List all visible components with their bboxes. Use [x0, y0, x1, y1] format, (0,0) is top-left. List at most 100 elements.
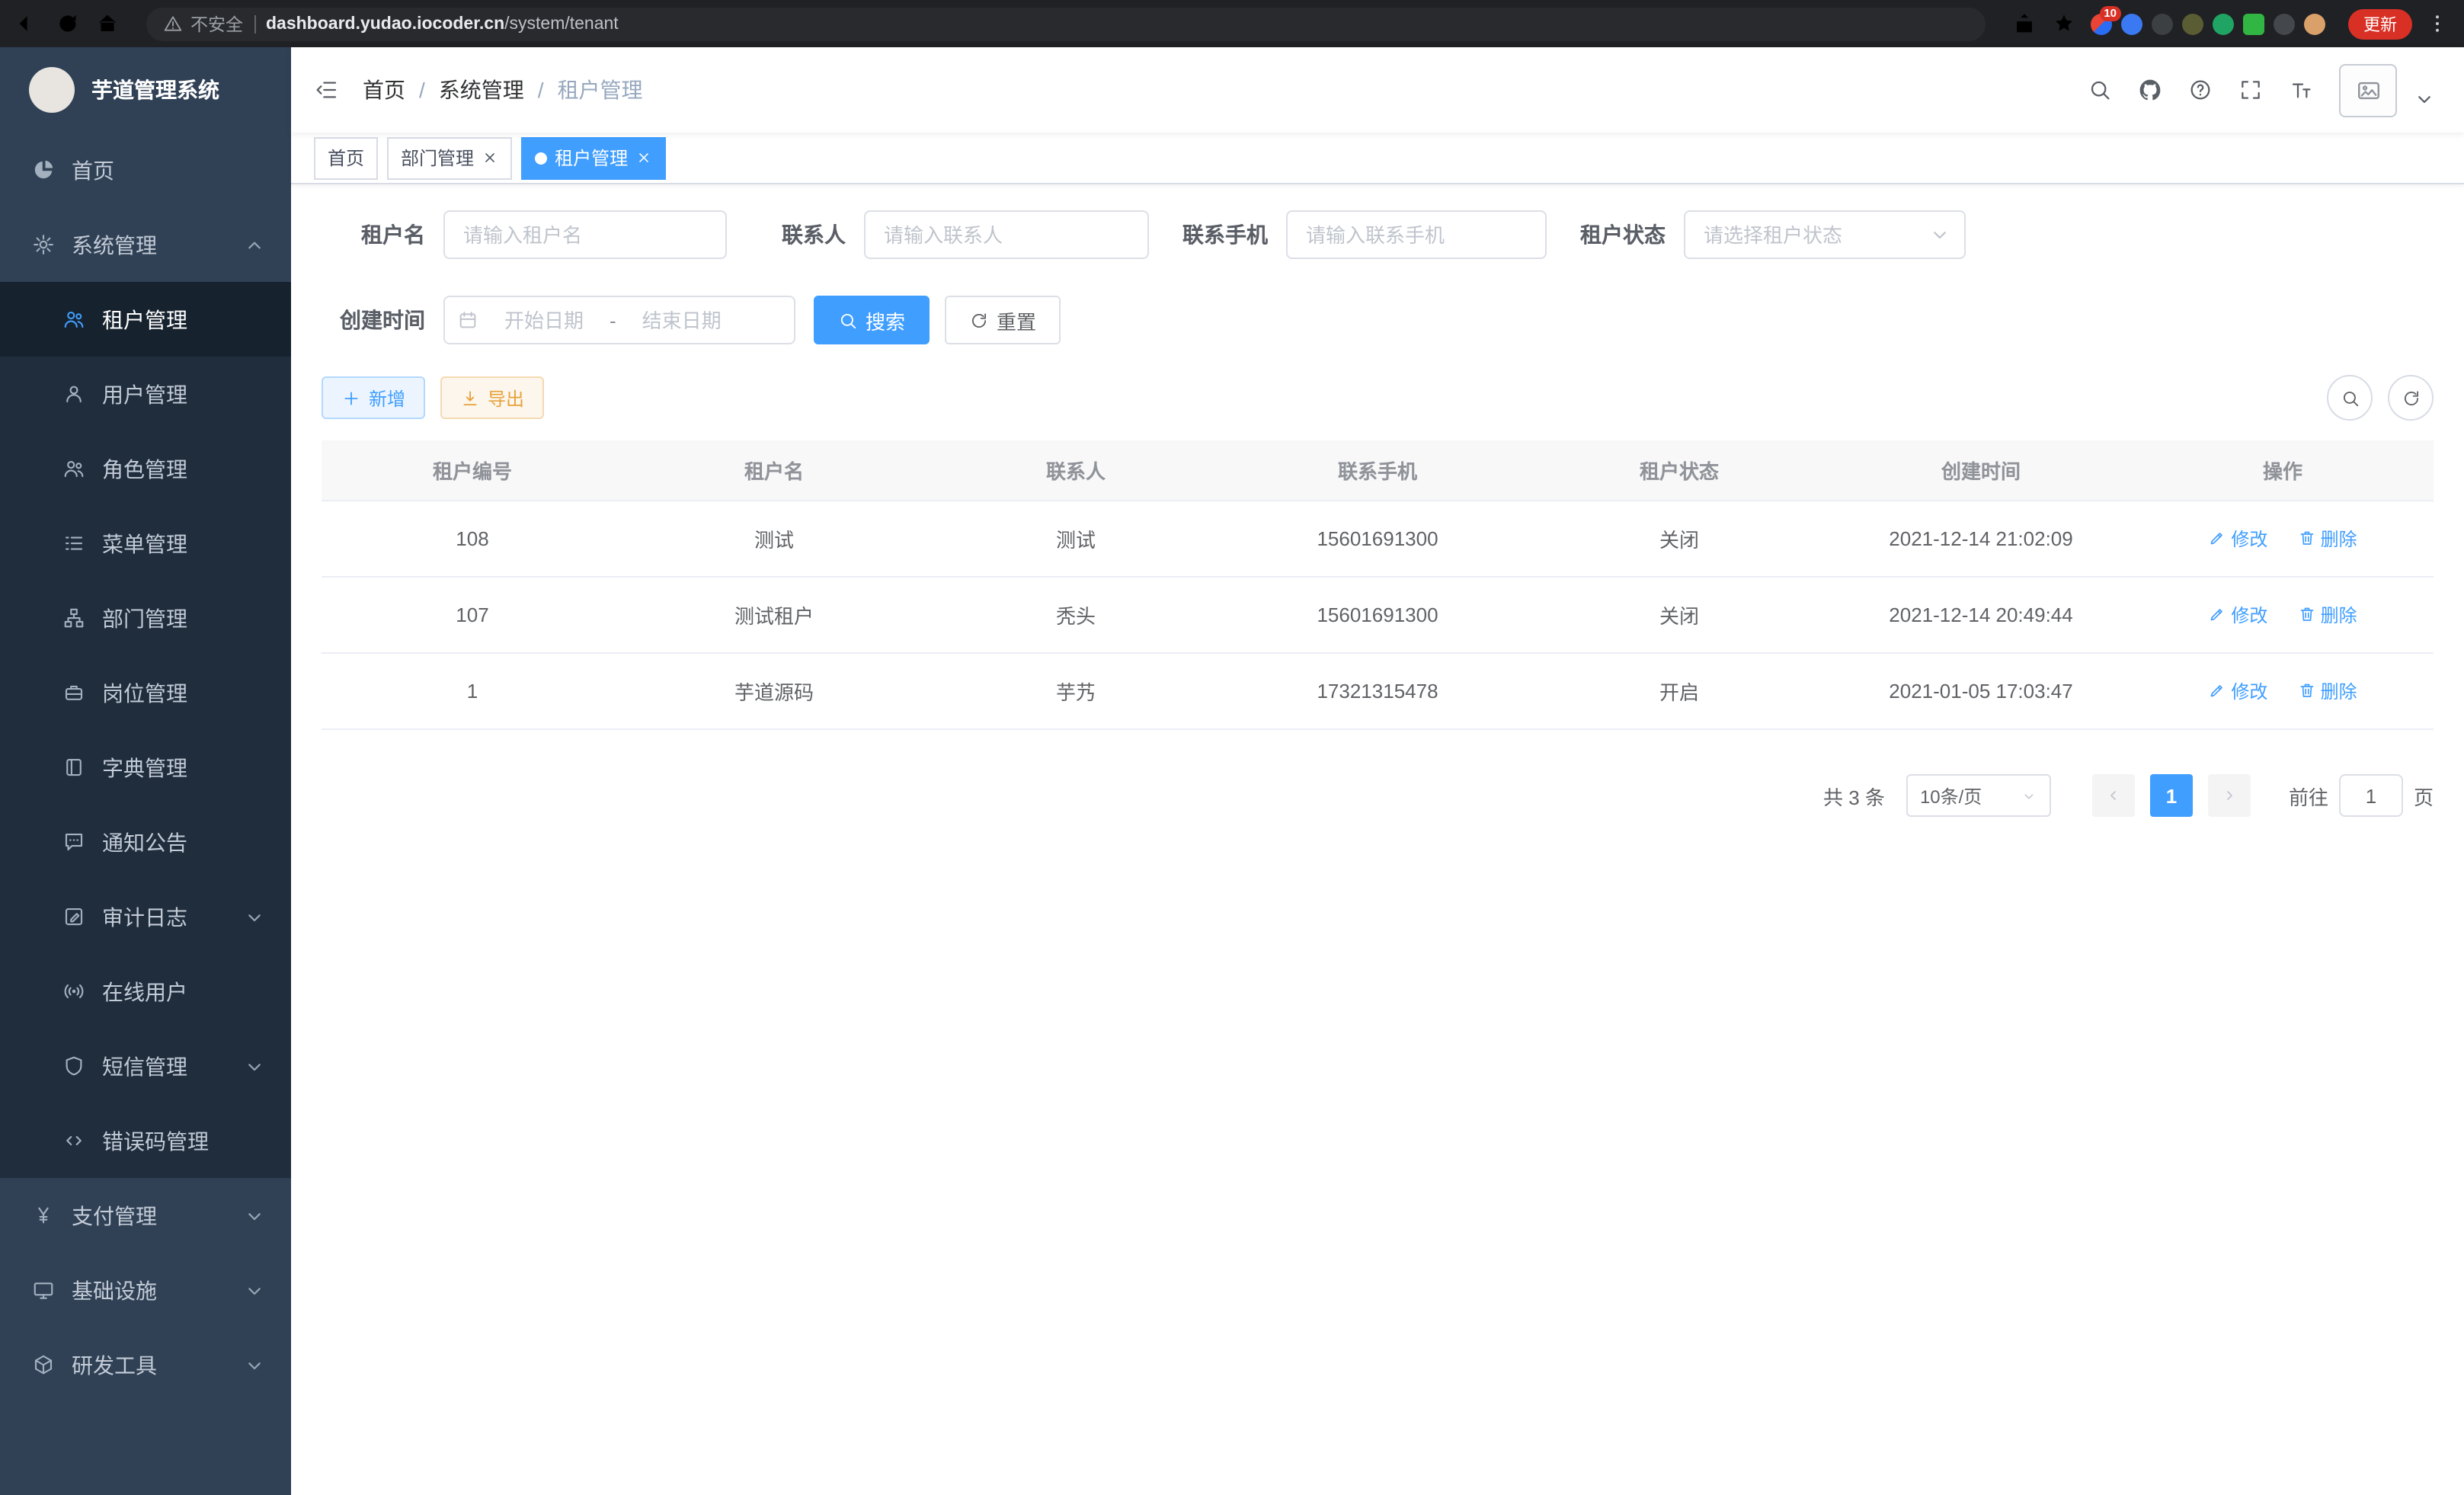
tab-dept[interactable]: 部门管理 [387, 136, 512, 179]
breadcrumb-item[interactable]: 首页 [363, 75, 405, 105]
extension-icon[interactable] [2274, 13, 2295, 34]
warning-icon [163, 14, 183, 34]
browser-reload-icon[interactable] [55, 11, 81, 37]
top-navbar: 首页 / 系统管理 / 租户管理 [291, 47, 2464, 133]
tab-tenant[interactable]: 租户管理 [521, 136, 666, 179]
extension-icon[interactable]: 10 [2091, 13, 2112, 34]
toggle-search-button[interactable] [2327, 375, 2373, 421]
close-icon[interactable] [635, 149, 652, 166]
extension-icon[interactable] [2182, 13, 2203, 34]
browser-home-icon[interactable] [94, 11, 120, 37]
close-icon[interactable] [482, 149, 498, 166]
sidebar-item-post[interactable]: 岗位管理 [0, 655, 291, 730]
delete-link[interactable]: 删除 [2298, 526, 2357, 552]
sidebar-fold-icon[interactable] [314, 78, 338, 102]
url-domain: dashboard.yudao.iocoder.cn [266, 14, 504, 33]
status-select[interactable] [1684, 210, 1966, 259]
shield-icon [62, 1055, 85, 1077]
sidebar-item-user[interactable]: 用户管理 [0, 357, 291, 431]
sidebar-item-error-code[interactable]: 错误码管理 [0, 1103, 291, 1178]
sidebar-item-label: 系统管理 [72, 229, 157, 260]
sidebar-item-online-user[interactable]: 在线用户 [0, 954, 291, 1029]
page-size-select[interactable]: 10条/页 [1906, 774, 2051, 817]
security-chip[interactable]: 不安全 [163, 11, 243, 36]
edit-link[interactable]: 修改 [2208, 602, 2267, 628]
bookmark-star-icon[interactable] [2051, 11, 2077, 37]
browser-update-button[interactable]: 更新 [2348, 8, 2412, 39]
extension-icon[interactable] [2152, 13, 2173, 34]
extension-icon[interactable] [2213, 13, 2234, 34]
refresh-table-button[interactable] [2388, 375, 2434, 421]
goto-label: 前往 [2289, 781, 2328, 810]
sidebar-item-menu[interactable]: 菜单管理 [0, 506, 291, 581]
page-number-button[interactable]: 1 [2150, 774, 2193, 817]
contact-input[interactable] [864, 210, 1149, 259]
sidebar-item-dict[interactable]: 字典管理 [0, 730, 291, 805]
search-button[interactable]: 搜索 [814, 296, 930, 344]
chevron-down-icon [242, 904, 267, 929]
browser-menu-icon[interactable] [2426, 12, 2449, 35]
delete-icon [2298, 606, 2316, 624]
extension-icon[interactable] [2121, 13, 2142, 34]
sidebar-item-sms[interactable]: 短信管理 [0, 1029, 291, 1103]
box-icon [32, 1353, 55, 1376]
fullscreen-icon[interactable] [2238, 78, 2263, 102]
date-end-input[interactable] [622, 307, 741, 333]
sidebar-item-role[interactable]: 角色管理 [0, 431, 291, 506]
edit-link[interactable]: 修改 [2208, 526, 2267, 552]
sidebar-item-label: 角色管理 [102, 453, 187, 484]
col-create-time: 创建时间 [1830, 440, 2132, 501]
date-start-input[interactable] [485, 307, 603, 333]
cell-actions: 修改 删除 [2132, 577, 2434, 653]
logo-title: 芋道管理系统 [91, 75, 219, 105]
sidebar-item-notice[interactable]: 通知公告 [0, 805, 291, 879]
sidebar-item-tenant[interactable]: 租户管理 [0, 282, 291, 357]
caret-down-icon[interactable] [2412, 87, 2437, 111]
sidebar-item-home[interactable]: 首页 [0, 133, 291, 207]
download-icon [460, 388, 480, 408]
sidebar-item-system[interactable]: 系统管理 [0, 207, 291, 282]
prev-page-button[interactable] [2092, 774, 2135, 817]
mobile-input[interactable] [1286, 210, 1547, 259]
browser-back-icon[interactable] [15, 11, 41, 37]
avatar[interactable] [2339, 63, 2397, 117]
filter-tenant-name: 租户名 [322, 210, 727, 259]
tenant-name-input[interactable] [443, 210, 727, 259]
breadcrumb-item[interactable]: 系统管理 [439, 75, 524, 105]
sidebar-item-dept[interactable]: 部门管理 [0, 581, 291, 655]
book-icon [62, 756, 85, 779]
goto-page-input[interactable] [2339, 774, 2403, 817]
search-icon[interactable] [2088, 78, 2112, 102]
reset-button[interactable]: 重置 [945, 296, 1061, 344]
address-bar[interactable]: 不安全 dashboard.yudao.iocoder.cn/system/te… [146, 7, 1986, 40]
sidebar-item-dev-tool[interactable]: 研发工具 [0, 1327, 291, 1402]
add-button[interactable]: 新增 [322, 376, 425, 419]
monitor-icon [32, 1279, 55, 1301]
export-button[interactable]: 导出 [440, 376, 544, 419]
github-icon[interactable] [2138, 78, 2162, 102]
date-range-picker[interactable]: - [443, 296, 795, 344]
delete-link[interactable]: 删除 [2298, 602, 2357, 628]
browser-chrome: 不安全 dashboard.yudao.iocoder.cn/system/te… [0, 0, 2464, 47]
font-size-icon[interactable] [2289, 78, 2313, 102]
tab-home[interactable]: 首页 [314, 136, 378, 179]
extension-icon[interactable] [2304, 13, 2325, 34]
help-icon[interactable] [2188, 78, 2213, 102]
url-path: /system/tenant [504, 14, 619, 33]
extensions-area: 10 [2091, 13, 2325, 34]
sidebar-item-infra[interactable]: 基础设施 [0, 1253, 291, 1327]
edit-link[interactable]: 修改 [2208, 678, 2267, 704]
logo[interactable]: 芋道管理系统 [0, 47, 291, 133]
status-label: 租户状态 [1562, 219, 1684, 250]
sidebar-item-audit-log[interactable]: 审计日志 [0, 879, 291, 954]
extension-icon[interactable] [2243, 13, 2264, 34]
tenant-name-label: 租户名 [322, 219, 443, 250]
tab-label: 部门管理 [401, 145, 474, 171]
col-actions: 操作 [2132, 440, 2434, 501]
sidebar-item-pay[interactable]: 支付管理 [0, 1178, 291, 1253]
next-page-button[interactable] [2208, 774, 2251, 817]
delete-label: 删除 [2321, 678, 2357, 704]
share-icon[interactable] [2011, 11, 2037, 37]
signal-icon [62, 980, 85, 1003]
delete-link[interactable]: 删除 [2298, 678, 2357, 704]
